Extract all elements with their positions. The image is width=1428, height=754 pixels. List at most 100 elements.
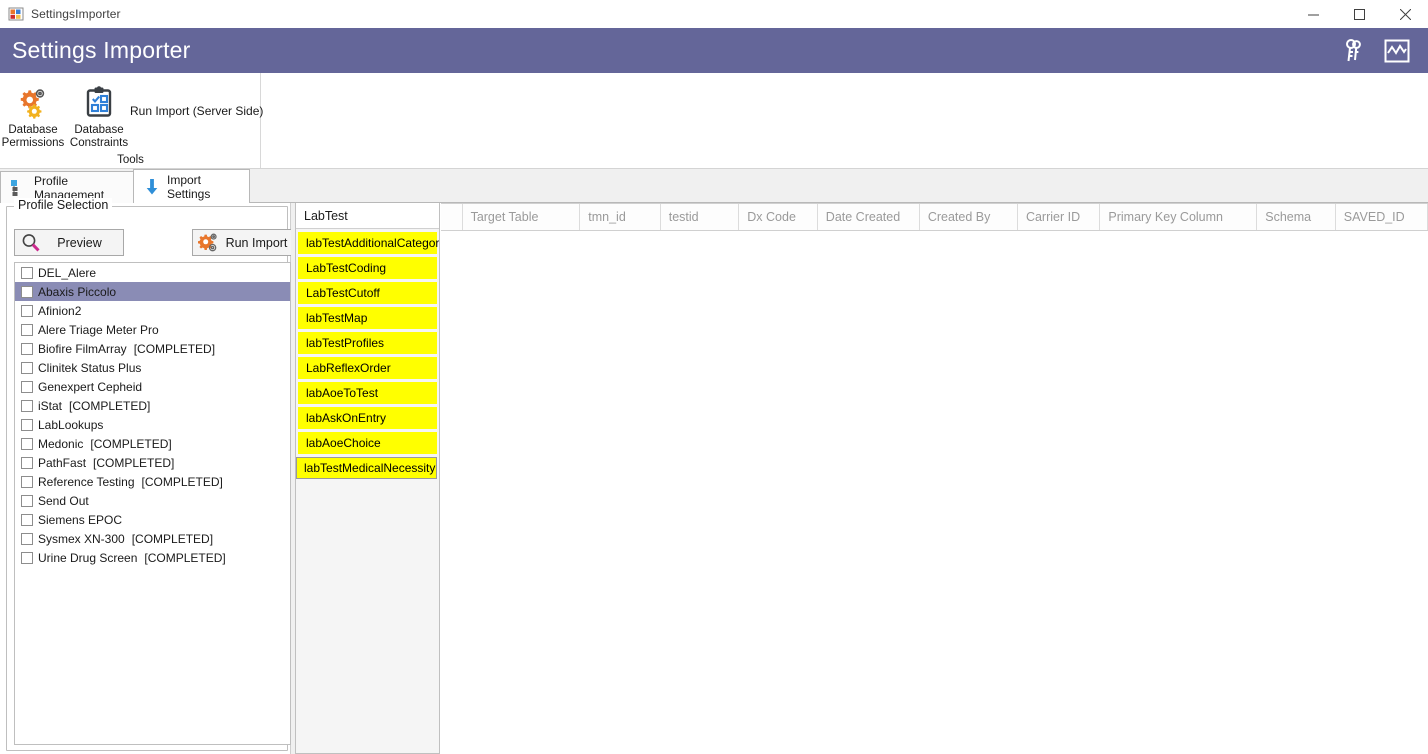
profile-checkbox[interactable]: [21, 437, 33, 450]
profile-name: DEL_Alere: [38, 265, 97, 280]
profile-list-item[interactable]: PathFast [COMPLETED]: [15, 453, 290, 472]
grid-column-header[interactable]: testid: [660, 204, 740, 230]
profile-status-badge: [COMPLETED]: [141, 474, 223, 489]
profile-status-badge: [COMPLETED]: [131, 531, 214, 546]
data-grid-body[interactable]: [441, 231, 1428, 753]
maximize-button[interactable]: [1336, 0, 1382, 28]
profile-list-item[interactable]: LabLookups: [15, 415, 290, 434]
profile-selection-pane: Profile Selection Preview Run Import DEL…: [0, 198, 300, 754]
profile-list-item[interactable]: Alere Triage Meter Pro: [15, 320, 290, 339]
database-constraints-button[interactable]: Database Constraints: [66, 79, 132, 150]
app-icon: [8, 6, 24, 22]
table-list-item[interactable]: labTestProfiles: [298, 332, 437, 354]
table-list-item[interactable]: LabTestCutoff: [298, 282, 437, 304]
profile-list-item[interactable]: Siemens EPOC: [15, 510, 290, 529]
profile-list-item[interactable]: Sysmex XN-300 [COMPLETED]: [15, 529, 290, 548]
profile-checkbox[interactable]: [21, 361, 33, 374]
grid-column-header[interactable]: Target Table: [462, 204, 581, 230]
data-grid-pane: Target Table tmn_id testid Dx Code Date Crea…: [441, 203, 1428, 754]
table-list-items[interactable]: labTestAdditionalCategory LabTestCoding La…: [296, 229, 439, 479]
grid-column-header[interactable]: Created By: [919, 204, 1018, 230]
table-list-item[interactable]: labAoeChoice: [298, 432, 437, 454]
profile-list-item[interactable]: Abaxis Piccolo: [15, 282, 290, 301]
profile-list-item[interactable]: Biofire FilmArray [COMPLETED]: [15, 339, 290, 358]
profile-checkbox[interactable]: [21, 323, 33, 336]
ribbon-button-row: Database Permissions Database Constraint…: [0, 79, 132, 150]
clipboard-check-icon: [82, 85, 116, 119]
keys-icon[interactable]: [1338, 36, 1368, 66]
minimize-button[interactable]: [1290, 0, 1336, 28]
profile-name: Genexpert Cepheid: [38, 379, 143, 394]
header-icon-group: [1338, 36, 1428, 66]
profile-checkbox[interactable]: [21, 532, 33, 545]
window-titlebar: SettingsImporter: [0, 0, 1428, 28]
table-list-header: LabTest: [296, 203, 439, 229]
profile-list-item[interactable]: Urine Drug Screen [COMPLETED]: [15, 548, 290, 567]
profile-name: PathFast: [38, 455, 87, 470]
profile-checkbox[interactable]: [21, 342, 33, 355]
grid-column-header[interactable]: SAVED_ID: [1335, 204, 1428, 230]
gears-icon: [16, 85, 50, 119]
profile-listbox[interactable]: DEL_Alere Abaxis Piccolo Afinion2 Alere Tri…: [14, 262, 291, 745]
grid-row-selector-header[interactable]: [441, 204, 463, 230]
table-list-item[interactable]: labTestMedicalNecessity: [296, 457, 437, 479]
profile-name: Siemens EPOC: [38, 512, 123, 527]
profile-checkbox[interactable]: [21, 513, 33, 526]
table-list-item[interactable]: LabTestCoding: [298, 257, 437, 279]
profile-selection-label: Profile Selection: [14, 198, 113, 212]
run-import-server-side-button[interactable]: Run Import (Server Side): [130, 104, 263, 118]
table-list-item[interactable]: labTestAdditionalCategory: [298, 232, 439, 254]
profile-list-item[interactable]: Genexpert Cepheid: [15, 377, 290, 396]
database-permissions-label: Database Permissions: [1, 124, 65, 149]
ribbon-group-title: Tools: [117, 154, 144, 166]
profile-checkbox[interactable]: [21, 475, 33, 488]
profile-list-item[interactable]: Afinion2: [15, 301, 290, 320]
profile-list-item[interactable]: DEL_Alere: [15, 263, 290, 282]
profile-list-item[interactable]: Clinitek Status Plus: [15, 358, 290, 377]
preview-button[interactable]: Preview: [14, 229, 124, 256]
profile-name: Abaxis Piccolo: [38, 284, 117, 299]
profile-checkbox[interactable]: [21, 266, 33, 279]
table-list-item[interactable]: labAskOnEntry: [298, 407, 437, 429]
profile-list-item[interactable]: Medonic [COMPLETED]: [15, 434, 290, 453]
table-list-pane: LabTest labTestAdditionalCategory LabTest…: [295, 203, 440, 754]
profile-list-item[interactable]: iStat [COMPLETED]: [15, 396, 290, 415]
preview-button-label: Preview: [57, 235, 102, 250]
close-button[interactable]: [1382, 0, 1428, 28]
hierarchy-icon: [9, 178, 29, 198]
profile-checkbox[interactable]: [21, 456, 33, 469]
profile-checkbox[interactable]: [21, 418, 33, 431]
grid-column-header[interactable]: tmn_id: [580, 204, 661, 230]
run-import-button-label: Run Import: [225, 235, 288, 250]
gears-icon-small: [198, 232, 220, 254]
tab-import-settings-label: Import Settings: [167, 172, 211, 201]
grid-column-header[interactable]: Dx Code: [739, 204, 818, 230]
profile-checkbox[interactable]: [21, 304, 33, 317]
profile-status-badge: [COMPLETED]: [144, 550, 226, 565]
profile-checkbox[interactable]: [21, 285, 33, 298]
table-list-item[interactable]: labTestMap: [298, 307, 437, 329]
database-permissions-button[interactable]: Database Permissions: [0, 79, 66, 150]
profile-name: Alere Triage Meter Pro: [38, 322, 159, 337]
profile-name: Afinion2: [38, 303, 82, 318]
grid-column-header[interactable]: Carrier ID: [1017, 204, 1101, 230]
profile-list-item[interactable]: Reference Testing [COMPLETED]: [15, 472, 290, 491]
tab-import-settings[interactable]: Import Settings: [133, 169, 250, 203]
profile-checkbox[interactable]: [21, 399, 33, 412]
database-constraints-label: Database Constraints: [69, 124, 129, 149]
table-list-item[interactable]: LabReflexOrder: [298, 357, 437, 379]
grid-column-header[interactable]: Date Created: [817, 204, 920, 230]
run-import-button[interactable]: Run Import: [192, 229, 300, 256]
profile-checkbox[interactable]: [21, 380, 33, 393]
profile-checkbox[interactable]: [21, 494, 33, 507]
profile-status-badge: [COMPLETED]: [93, 455, 175, 470]
profile-checkbox[interactable]: [21, 551, 33, 564]
profile-name: Reference Testing: [38, 474, 135, 489]
table-list-item[interactable]: labAoeToTest: [298, 382, 437, 404]
grid-column-header[interactable]: Primary Key Column: [1100, 204, 1258, 230]
grid-column-header[interactable]: Schema: [1257, 204, 1336, 230]
profile-list-item[interactable]: Send Out: [15, 491, 290, 510]
app-header: Settings Importer: [0, 28, 1428, 73]
profile-action-buttons: Preview Run Import: [14, 229, 300, 256]
window-chart-icon[interactable]: [1382, 36, 1412, 66]
